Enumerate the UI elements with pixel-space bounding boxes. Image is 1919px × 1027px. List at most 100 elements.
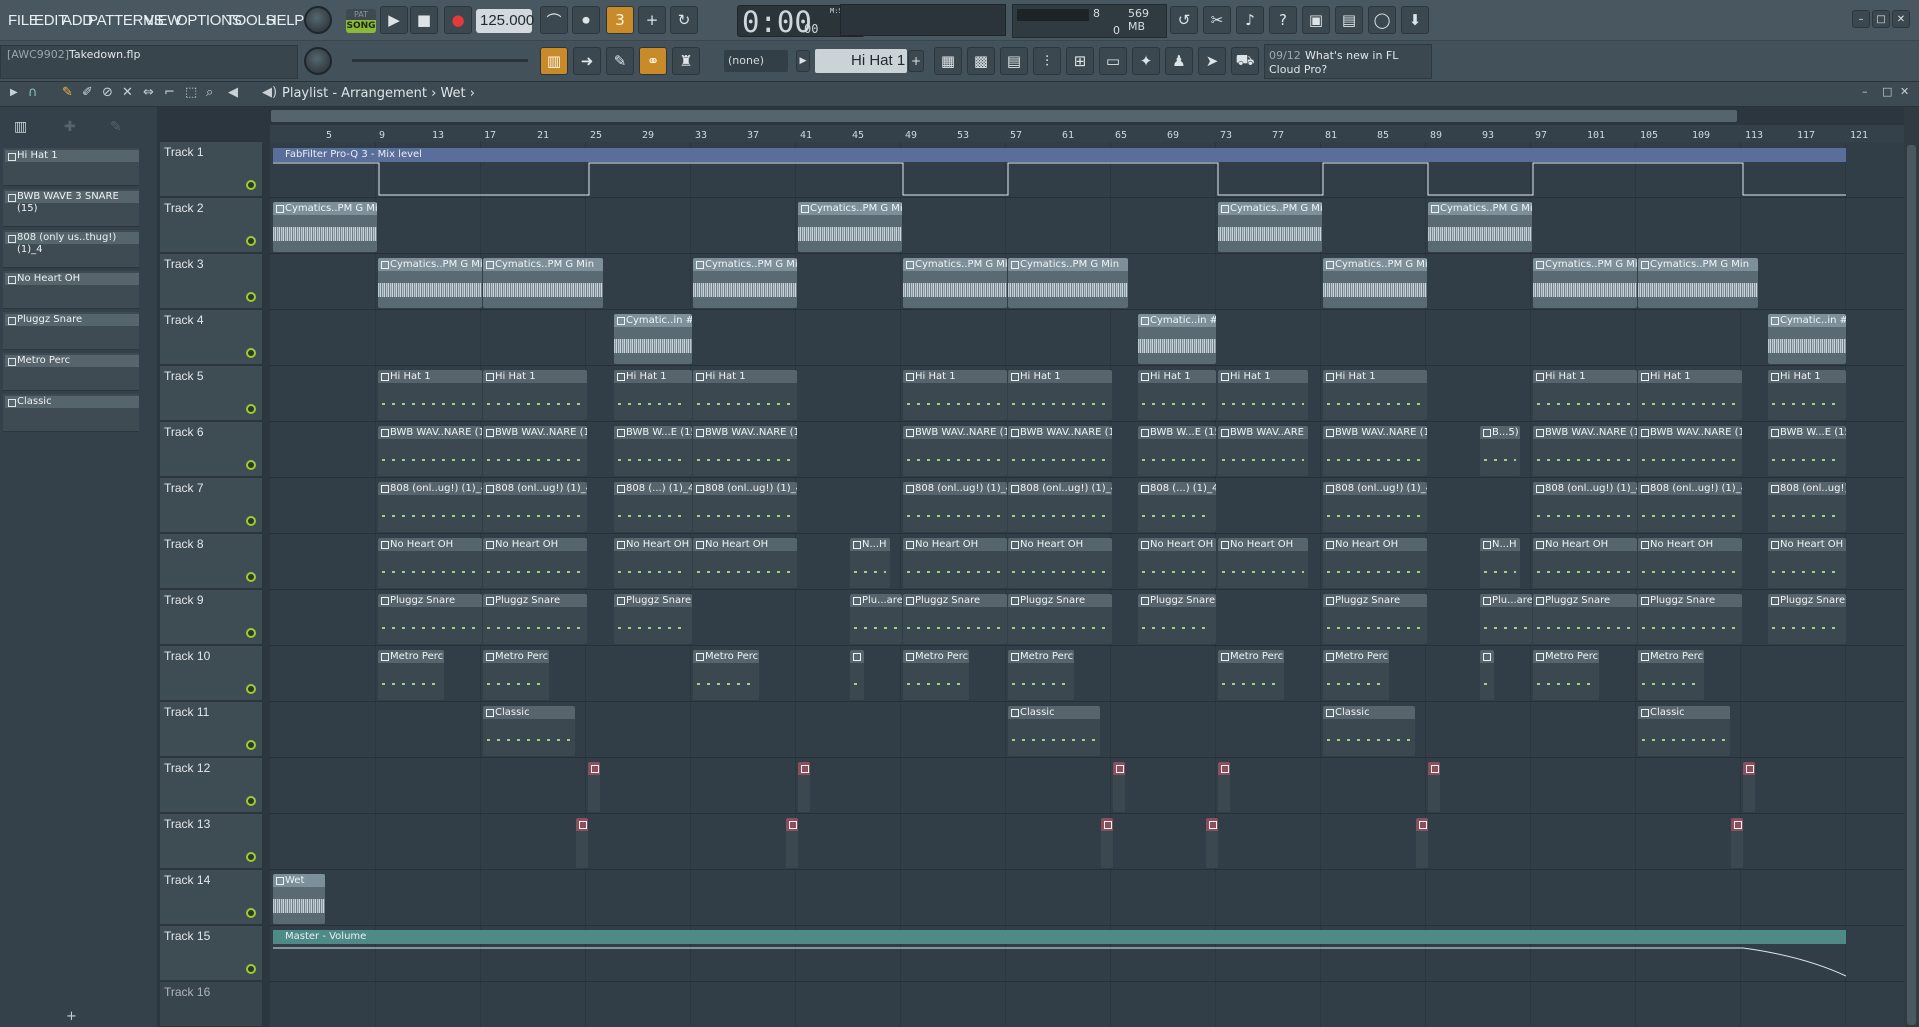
track-header[interactable]: Track 4: [160, 310, 262, 365]
mute-tool-icon[interactable]: ✕: [122, 85, 133, 100]
pattern-clip[interactable]: 808 (onl..ug!) (1)_4: [1638, 482, 1742, 532]
news-panel[interactable]: 09/12 What's new in FL Cloud Pro?: [1264, 44, 1432, 79]
pattern-clip[interactable]: 808 (onl..ug!) (1)_4: [1533, 482, 1637, 532]
picker-item[interactable]: Classic: [3, 394, 139, 432]
audio-clip[interactable]: Cymatics..PM G Min: [1638, 258, 1758, 308]
track-header[interactable]: Track 2: [160, 198, 262, 253]
pattern-clip[interactable]: Metro Perc: [1323, 650, 1389, 700]
pattern-clip[interactable]: No Heart OH: [483, 538, 587, 588]
arrangement-area[interactable]: FabFilter Pro-Q 3 - Mix level Cymatics..…: [270, 142, 1904, 1027]
audio-clip[interactable]: [786, 818, 798, 868]
pattern-clip[interactable]: 808 (onl..ug!) (1)_4: [693, 482, 797, 532]
slice-tool-icon[interactable]: ⌐: [164, 85, 175, 100]
picker-item[interactable]: No Heart OH: [3, 271, 139, 309]
vertical-scrollbar-thumb[interactable]: [1907, 145, 1916, 1025]
pattern-clip[interactable]: N...H: [1480, 538, 1520, 588]
pattern-clip[interactable]: B...5): [1480, 426, 1520, 476]
pattern-clip[interactable]: BWB W...E (15): [614, 426, 692, 476]
microphone-icon[interactable]: ♪: [1236, 6, 1264, 34]
track-enable-icon[interactable]: [246, 628, 256, 638]
stamp-icon[interactable]: ♜: [672, 47, 700, 75]
audio-clip[interactable]: [1101, 818, 1113, 868]
track-enable-icon[interactable]: [246, 180, 256, 190]
pattern-clip[interactable]: Plu...are: [1480, 594, 1532, 644]
master-volume-knob[interactable]: [304, 6, 332, 34]
chat-icon[interactable]: ◯: [1368, 6, 1396, 34]
pattern-clip[interactable]: 808 (onl..ug!) (1)_4: [1323, 482, 1427, 532]
pattern-clip[interactable]: BWB WAV..NARE (15): [1533, 426, 1637, 476]
pencil-tool-icon[interactable]: ✎: [62, 85, 73, 100]
track-enable-icon[interactable]: [246, 348, 256, 358]
pattern-clip[interactable]: No Heart OH: [903, 538, 1007, 588]
delete-tool-icon[interactable]: ⊘: [102, 85, 113, 100]
pattern-clip[interactable]: Hi Hat 1: [378, 370, 482, 420]
snap-select[interactable]: (none): [724, 50, 788, 72]
audio-mode-icon[interactable]: ✎: [110, 119, 122, 135]
automation-mode-icon[interactable]: ✚: [64, 119, 76, 135]
pattern-clip[interactable]: Hi Hat 1: [693, 370, 797, 420]
pattern-clip[interactable]: Pluggz Snare: [378, 594, 482, 644]
pattern-clip[interactable]: Pluggz Snare: [1533, 594, 1637, 644]
menu-help[interactable]: HELP: [266, 12, 304, 29]
playlist-maximize-icon[interactable]: □: [1882, 85, 1892, 98]
slip-tool-icon[interactable]: ⇔: [143, 85, 154, 100]
master-pitch-knob[interactable]: [304, 47, 332, 75]
zoom-tool-icon[interactable]: ⌕: [206, 85, 213, 100]
track-enable-icon[interactable]: [246, 740, 256, 750]
cart-icon[interactable]: ⛟: [1231, 47, 1259, 75]
pattern-clip[interactable]: No Heart OH: [1638, 538, 1742, 588]
save-as-icon[interactable]: ▤: [1335, 6, 1363, 34]
playlist-icon[interactable]: ▦: [934, 47, 962, 75]
pattern-clip[interactable]: BWB WAV..NARE (15): [378, 426, 482, 476]
audio-clip[interactable]: Cymatics..PM G Min: [903, 258, 1007, 308]
track-header[interactable]: Track 1: [160, 142, 262, 197]
pattern-clip[interactable]: Hi Hat 1: [1323, 370, 1427, 420]
picker-item[interactable]: Hi Hat 1: [3, 148, 139, 186]
track-lane[interactable]: [270, 870, 1904, 926]
audio-clip[interactable]: [1428, 762, 1440, 812]
pattern-clip[interactable]: [850, 650, 864, 700]
pattern-clip[interactable]: No Heart OH: [1138, 538, 1216, 588]
person-icon[interactable]: ♟: [1165, 47, 1193, 75]
piano-roll-mode-icon[interactable]: ▥: [14, 119, 27, 135]
audio-clip[interactable]: Cymatics..PM G Min: [273, 202, 377, 252]
pattern-clip[interactable]: 808 (onl..ug!) (1)_4: [903, 482, 1007, 532]
speaker-icon[interactable]: ◀): [262, 85, 277, 100]
pattern-clip[interactable]: Hi Hat 1: [1768, 370, 1846, 420]
pattern-clip[interactable]: [1480, 650, 1494, 700]
pattern-clip[interactable]: Hi Hat 1: [614, 370, 692, 420]
pattern-clip[interactable]: BWB WAV..NARE (15): [1638, 426, 1742, 476]
plugin-icon[interactable]: ▭: [1099, 47, 1127, 75]
automation-clip[interactable]: FabFilter Pro-Q 3 - Mix level: [273, 148, 1846, 162]
track-enable-icon[interactable]: [246, 460, 256, 470]
scrollbar-thumb[interactable]: [271, 110, 1737, 122]
track-header[interactable]: Track 16: [160, 982, 262, 1027]
bird-icon[interactable]: ➤: [1198, 47, 1226, 75]
piano-roll-icon[interactable]: ▥: [540, 47, 568, 75]
master-slider[interactable]: [352, 59, 528, 62]
download-icon[interactable]: ⬇: [1401, 6, 1429, 34]
arrow-icon[interactable]: ➜: [573, 47, 601, 75]
pattern-clip[interactable]: No Heart OH: [1218, 538, 1308, 588]
playback-tool-icon[interactable]: ◀: [228, 85, 238, 100]
timeline-ruler[interactable]: 5 9 13 17 21 25 29 33 37 41 45 49 53 57 …: [270, 107, 1904, 142]
help-icon[interactable]: ?: [1269, 6, 1297, 34]
pattern-clip[interactable]: BWB WAV..NARE (15): [1008, 426, 1112, 476]
pattern-clip[interactable]: BWB WAV..NARE (15): [1323, 426, 1427, 476]
browser-icon[interactable]: ⊞: [1066, 47, 1094, 75]
pattern-clip[interactable]: No Heart OH: [1533, 538, 1637, 588]
pattern-clip[interactable]: Hi Hat 1: [1138, 370, 1216, 420]
track-enable-icon[interactable]: [246, 236, 256, 246]
pencil-icon[interactable]: ✎: [606, 47, 634, 75]
pattern-clip[interactable]: Pluggz Snare: [1638, 594, 1742, 644]
playlist-close-icon[interactable]: ✕: [1900, 85, 1909, 98]
pattern-add-button[interactable]: +: [908, 50, 924, 72]
track-header[interactable]: Track 3: [160, 254, 262, 309]
picker-item[interactable]: Metro Perc: [3, 353, 139, 391]
audio-clip[interactable]: Cymatics..PM G Min: [1218, 202, 1322, 252]
picker-item[interactable]: 808 (only us..thug!) (1)_4: [3, 230, 139, 268]
pattern-clip[interactable]: 808 (onl..ug!) (1)_4: [1008, 482, 1112, 532]
track-header[interactable]: Track 12: [160, 758, 262, 813]
track-header[interactable]: Track 11: [160, 702, 262, 757]
playlist-menu-icon[interactable]: ▶: [10, 87, 18, 98]
